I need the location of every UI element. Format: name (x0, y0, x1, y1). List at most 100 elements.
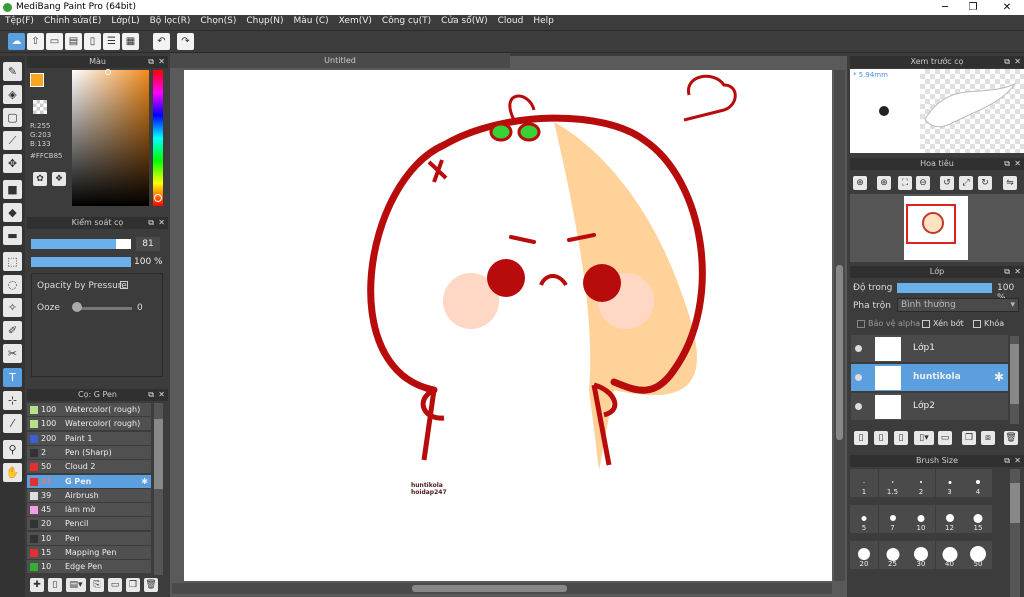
menu-item[interactable]: Lớp(L) (106, 15, 144, 26)
comment-icon[interactable]: ▭ (46, 33, 63, 50)
brush-size-option[interactable]: 1 (850, 469, 878, 497)
undock-icon[interactable]: ⧉ (1004, 455, 1010, 467)
duplicate-icon[interactable]: ❐ (126, 578, 140, 592)
panel-close-icon[interactable]: ✕ (1014, 56, 1021, 68)
canvas-v-scrollbar[interactable] (834, 70, 845, 581)
magic-wand-icon[interactable]: ✧ (3, 298, 22, 317)
brush-size-option[interactable]: 20 (850, 541, 878, 569)
brush-list-item[interactable]: 10 Pen (27, 531, 151, 546)
brush-size-option[interactable]: 40 (935, 541, 964, 569)
undock-icon[interactable]: ⧉ (1004, 56, 1010, 68)
select-rect-icon[interactable]: ⬚ (3, 252, 22, 271)
text-tool-icon[interactable]: T (3, 368, 22, 387)
brush-list-scrollbar[interactable] (154, 403, 163, 575)
gradient-tool-icon[interactable]: ▬ (3, 226, 22, 245)
flip-icon[interactable]: ⇋ (1003, 176, 1017, 190)
brush-size-option[interactable]: 4 (964, 469, 992, 497)
color-picker-square[interactable] (72, 69, 149, 206)
maximize-icon[interactable]: ❐ (966, 1, 980, 14)
folder-icon[interactable]: ▭ (108, 578, 122, 592)
grid-icon[interactable]: ▦ (122, 33, 139, 50)
brush-list-item[interactable]: 10 Edge Pen (27, 560, 151, 575)
brush-list-item[interactable]: 200 Paint 1 (27, 431, 151, 446)
zoom-out-icon[interactable]: ⊖ (916, 176, 930, 190)
brush-list-item[interactable]: 50 Cloud 2 (27, 460, 151, 475)
brush-size-slider[interactable] (31, 239, 131, 249)
minimize-icon[interactable]: ─ (938, 1, 952, 14)
undock-icon[interactable]: ⧉ (1004, 266, 1010, 278)
gear-icon[interactable]: ✱ (994, 370, 1004, 384)
brush-list-item[interactable]: 81 G Pen ✱ (27, 474, 151, 489)
layer-row[interactable]: Lớp1 (851, 335, 1008, 363)
add-layer-menu-icon[interactable]: ▯▾ (914, 431, 934, 445)
menu-item[interactable]: Bộ lọc(R) (145, 15, 196, 26)
drawing-canvas[interactable]: huntikola hoidap247 (184, 70, 832, 581)
eyedropper-icon[interactable]: ⚲ (3, 440, 22, 459)
menu-item[interactable]: Tệp(F) (0, 15, 39, 26)
upload-icon[interactable]: ⇧ (27, 33, 44, 50)
new-8bit-layer-icon[interactable]: ▯ (894, 431, 908, 445)
menu-item[interactable]: Công cụ(T) (377, 15, 436, 26)
brush-size-option[interactable]: 50 (964, 541, 992, 569)
brush-size-option[interactable]: 25 (878, 541, 907, 569)
merge-layer-icon[interactable]: ⧈ (981, 431, 995, 445)
new-brush-icon[interactable]: ▯ (48, 578, 62, 592)
panel-close-icon[interactable]: ✕ (158, 217, 165, 229)
brush-list-item[interactable]: 45 làm mờ (27, 503, 151, 518)
blend-mode-select[interactable]: Bình thường ▾ (897, 298, 1019, 312)
menu-item[interactable]: Xem(V) (334, 15, 377, 26)
brush-size-option[interactable]: 1.5 (878, 469, 907, 497)
brush-list-item[interactable]: 39 Airbrush (27, 488, 151, 503)
dot-tool-icon[interactable]: ⟋ (3, 131, 22, 150)
dropper-icon[interactable]: ⁄ (3, 414, 22, 433)
select-eraser-icon[interactable]: ✂ (3, 344, 22, 363)
opacity-pressure-checkbox[interactable] (120, 281, 128, 289)
palette-icon[interactable]: ✿ (33, 172, 47, 186)
layer-row[interactable]: huntikola ✱ (851, 364, 1008, 392)
brush-size-option[interactable]: 10 (907, 505, 935, 533)
panel-close-icon[interactable]: ✕ (158, 389, 165, 401)
undock-icon[interactable]: ⧉ (1004, 158, 1010, 170)
speech-icon[interactable]: ▤ (65, 33, 82, 50)
lasso-tool-icon[interactable]: ◌ (3, 275, 22, 294)
brush-size-option[interactable]: 7 (878, 505, 907, 533)
brush-list-item[interactable]: 100 Watercolor( rough) (27, 403, 151, 417)
brush-list-item[interactable]: 2 Pen (Sharp) (27, 445, 151, 460)
brush-size-option[interactable]: 3 (935, 469, 964, 497)
hand-tool-icon[interactable]: ✋ (3, 463, 22, 482)
fit-screen-icon[interactable]: ⛶ (898, 176, 912, 190)
rotate-right-icon[interactable]: ↻ (978, 176, 992, 190)
hue-slider[interactable] (153, 70, 163, 206)
brush-size-option[interactable]: 12 (935, 505, 964, 533)
bucket-tool-icon[interactable]: ◆ (3, 203, 22, 222)
layer-folder-icon[interactable]: ▭ (938, 431, 952, 445)
fill-rect-icon[interactable]: ■ (3, 180, 22, 199)
delete-layer-icon[interactable]: 🗑 (1004, 431, 1018, 445)
color-wheel-icon[interactable]: ❖ (52, 172, 66, 186)
brush-opacity-slider[interactable] (31, 257, 131, 267)
undock-icon[interactable]: ⧉ (148, 389, 154, 401)
brush-list-item[interactable]: 100 Watercolor( rough) (27, 417, 151, 432)
close-icon[interactable]: ✕ (1000, 1, 1014, 14)
menu-item[interactable]: Chụp(N) (241, 15, 288, 26)
redo-icon[interactable]: ↷ (177, 33, 194, 50)
brush-size-option[interactable]: 15 (964, 505, 992, 533)
fit-icon[interactable]: ⤢ (959, 176, 973, 190)
visibility-icon[interactable] (855, 403, 862, 410)
brush-copy-icon[interactable]: ⎘ (90, 578, 104, 592)
visibility-icon[interactable] (855, 345, 862, 352)
gear-icon[interactable]: ✱ (141, 475, 148, 489)
panel-close-icon[interactable]: ✕ (1014, 455, 1021, 467)
protect-alpha-checkbox[interactable] (857, 320, 865, 328)
brush-size-option[interactable]: 30 (907, 541, 935, 569)
add-brush-icon[interactable]: ✚ (30, 578, 44, 592)
delete-brush-icon[interactable]: 🗑 (144, 578, 158, 592)
ooze-slider[interactable] (74, 307, 132, 310)
brush-size-option[interactable]: 2 (907, 469, 935, 497)
menu-item[interactable]: Chỉnh sửa(E) (39, 15, 106, 26)
brush-size-option[interactable]: 5 (850, 505, 878, 533)
undock-icon[interactable]: ⧉ (148, 56, 154, 68)
menu-item[interactable]: Cloud (493, 15, 529, 26)
rectangle-tool-icon[interactable]: ▢ (3, 108, 22, 127)
brush-list-item[interactable]: 15 Mapping Pen (27, 546, 151, 560)
